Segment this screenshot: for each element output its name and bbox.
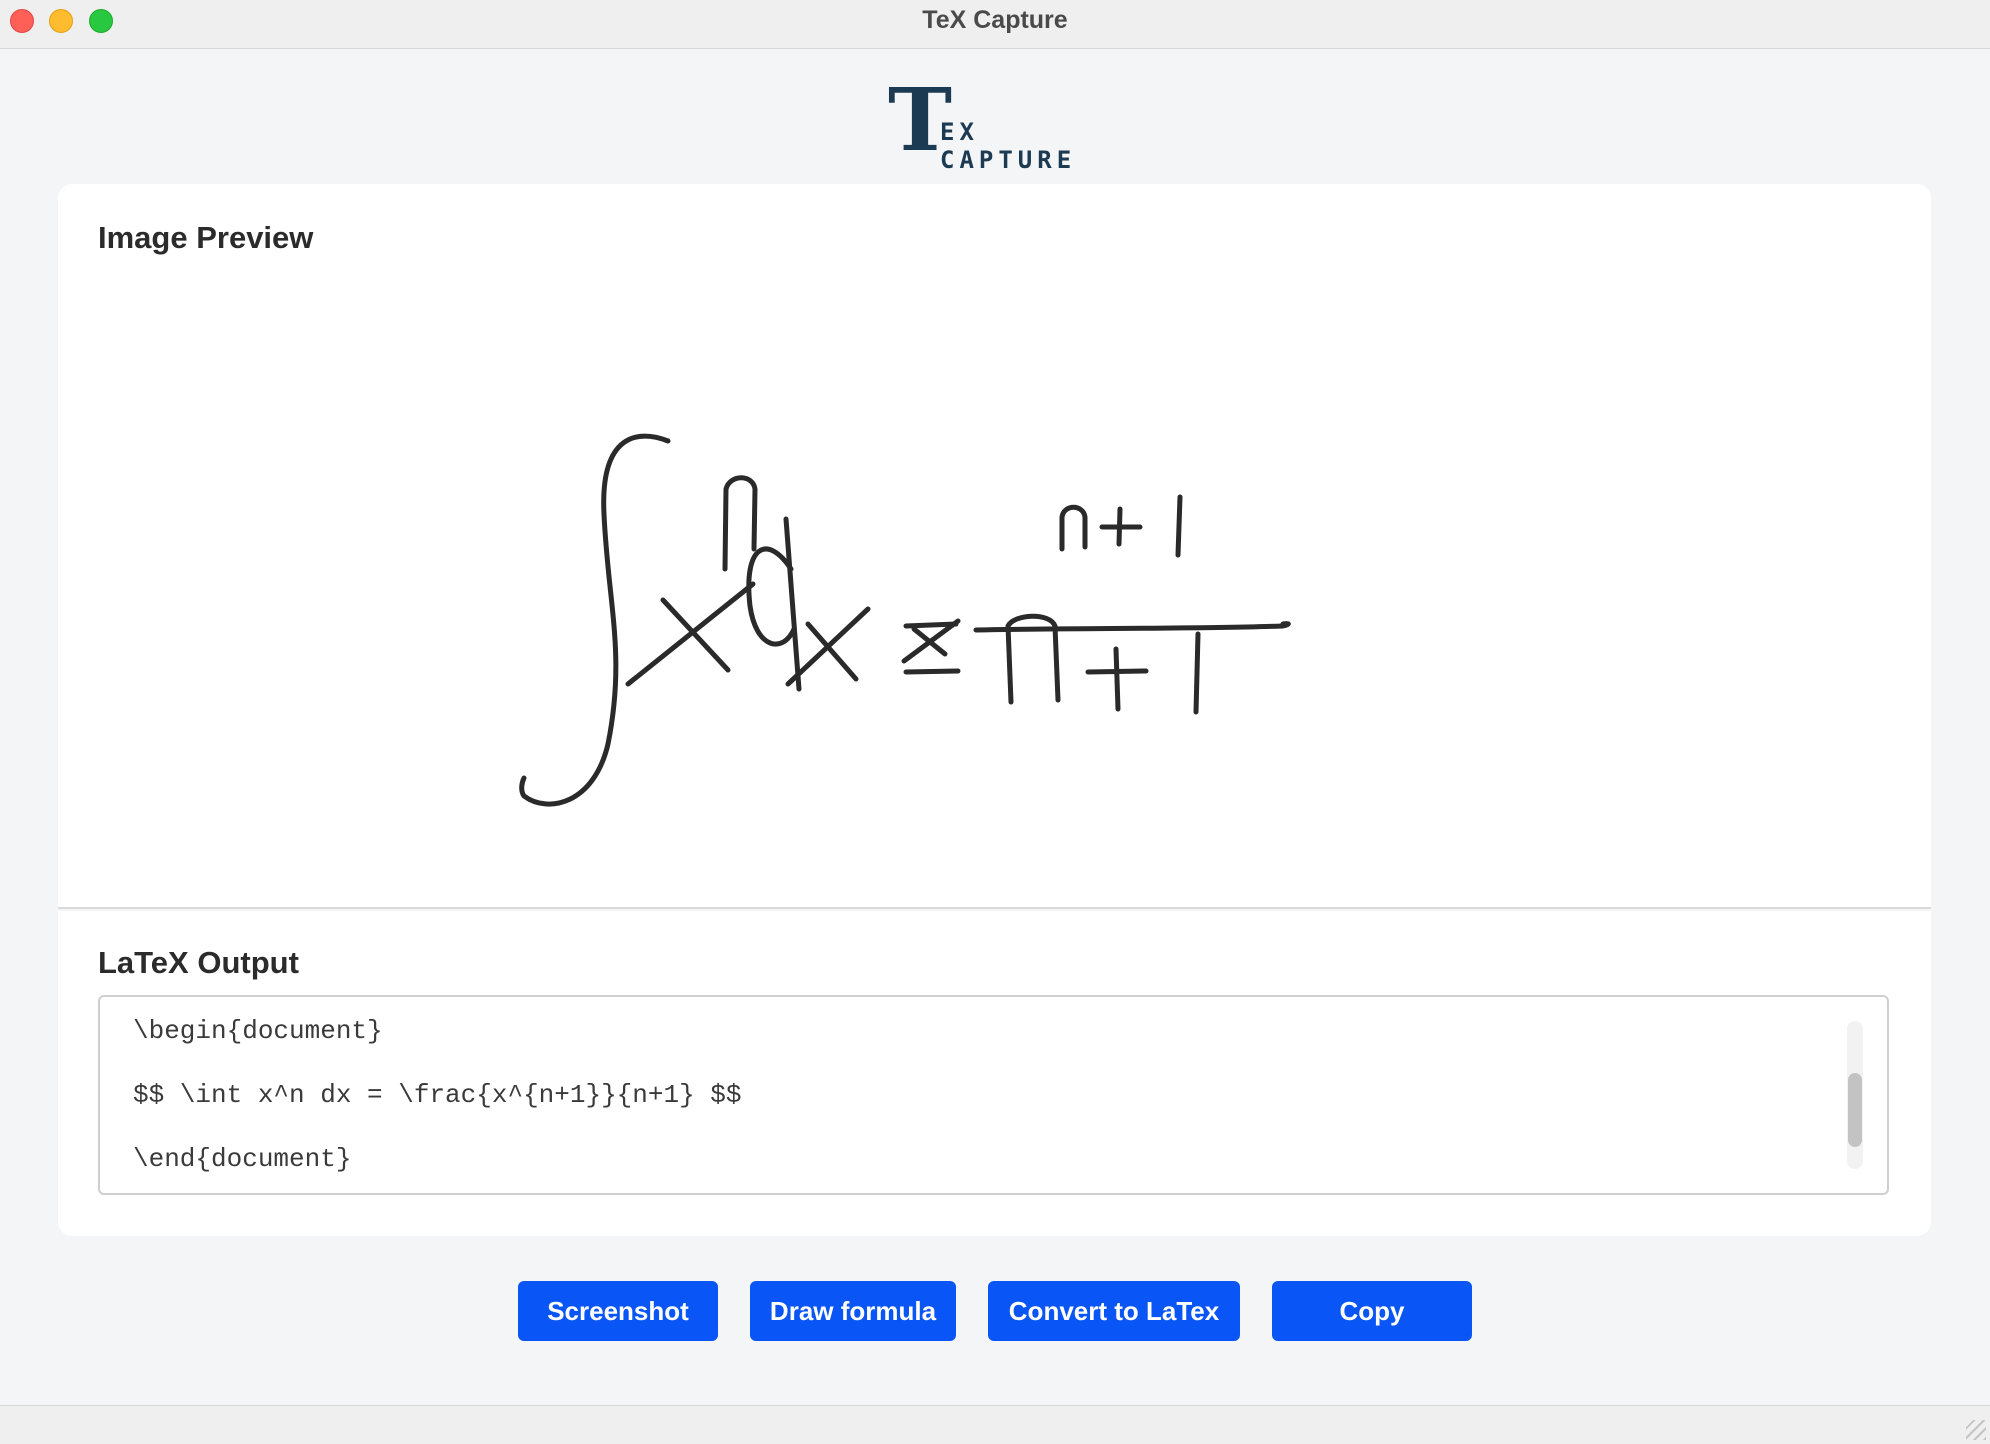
handwritten-formula-image: [519, 433, 1291, 807]
window-title: TeX Capture: [922, 6, 1068, 34]
latex-output-panel: LaTeX Output \begin{document} $$ \int x^…: [58, 911, 1931, 1236]
latex-output-text: \begin{document} $$ \int x^n dx = \frac{…: [133, 1015, 742, 1207]
latex-line: \end{document}: [133, 1144, 352, 1174]
image-preview-panel: Image Preview: [58, 184, 1931, 909]
draw-formula-button[interactable]: Draw formula: [750, 1281, 956, 1341]
logo-wordmark: EX CAPTURE: [940, 118, 1077, 174]
latex-output-textarea[interactable]: \begin{document} $$ \int x^n dx = \frac{…: [98, 995, 1889, 1195]
latex-output-title: LaTeX Output: [98, 945, 299, 980]
title-bar[interactable]: TeX Capture: [0, 0, 1990, 49]
copy-button[interactable]: Copy: [1272, 1281, 1472, 1341]
convert-to-latex-button[interactable]: Convert to LaTex: [988, 1281, 1240, 1341]
latex-line: $$ \int x^n dx = \frac{x^{n+1}}{n+1} $$: [133, 1080, 742, 1110]
app-window: TeX Capture T EX CAPTURE Image Preview L…: [0, 0, 1990, 1444]
screenshot-button[interactable]: Screenshot: [518, 1281, 718, 1341]
status-bar: [0, 1405, 1990, 1444]
resize-grip-icon[interactable]: [1966, 1420, 1986, 1440]
latex-line: \begin{document}: [133, 1016, 383, 1046]
latex-scrollbar-thumb[interactable]: [1848, 1073, 1862, 1147]
latex-scrollbar[interactable]: [1847, 1021, 1863, 1169]
image-preview-title: Image Preview: [98, 220, 314, 255]
app-logo: T EX CAPTURE: [888, 78, 1104, 175]
